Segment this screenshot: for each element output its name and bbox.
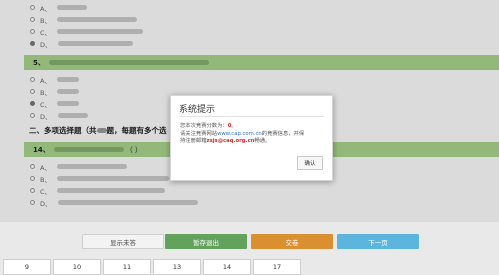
website-prefix: 请关注竞赛网站	[180, 130, 218, 137]
email-address: zsjs@caq.org.cn	[206, 138, 255, 145]
website-suffix: 的竞赛信息，并保	[261, 130, 305, 137]
page-button-17[interactable]: 17	[253, 259, 301, 275]
score-line: 您本次竞赛分数为：0。	[180, 123, 328, 131]
score-prefix: 您本次竞赛分数为：	[180, 123, 228, 129]
page-button-13[interactable]: 13	[153, 259, 201, 275]
question-pager: 9 10 11 13 14 17	[0, 259, 499, 275]
show-unanswered-button[interactable]: 显示未答	[82, 234, 164, 249]
website-link[interactable]: www.cap.com.cn	[217, 131, 262, 137]
dialog-divider	[179, 116, 324, 117]
next-page-button[interactable]: 下一页	[337, 234, 419, 249]
confirm-button[interactable]: 确认	[297, 156, 323, 170]
save-exit-button[interactable]: 暂存退出	[165, 234, 247, 249]
email-prefix: 持注册邮箱	[180, 138, 207, 145]
dialog-message: 您本次竞赛分数为：0。 请关注竞赛网站www.cap.com.cn的竞赛信息，并…	[180, 123, 328, 146]
system-prompt-dialog: 系统提示 您本次竞赛分数为：0。 请关注竞赛网站www.cap.com.cn的竞…	[170, 95, 333, 181]
email-suffix: 畅通。	[254, 138, 271, 145]
page-button-11[interactable]: 11	[103, 259, 151, 275]
page-button-9[interactable]: 9	[3, 259, 51, 275]
dialog-title: 系统提示	[179, 105, 216, 115]
page-button-14[interactable]: 14	[203, 259, 251, 275]
email-line: 持注册邮箱zsjs@caq.org.cn畅通。	[180, 138, 328, 146]
page-button-10[interactable]: 10	[53, 259, 101, 275]
submit-button[interactable]: 交卷	[251, 234, 333, 249]
score-suffix: 。	[231, 123, 237, 129]
